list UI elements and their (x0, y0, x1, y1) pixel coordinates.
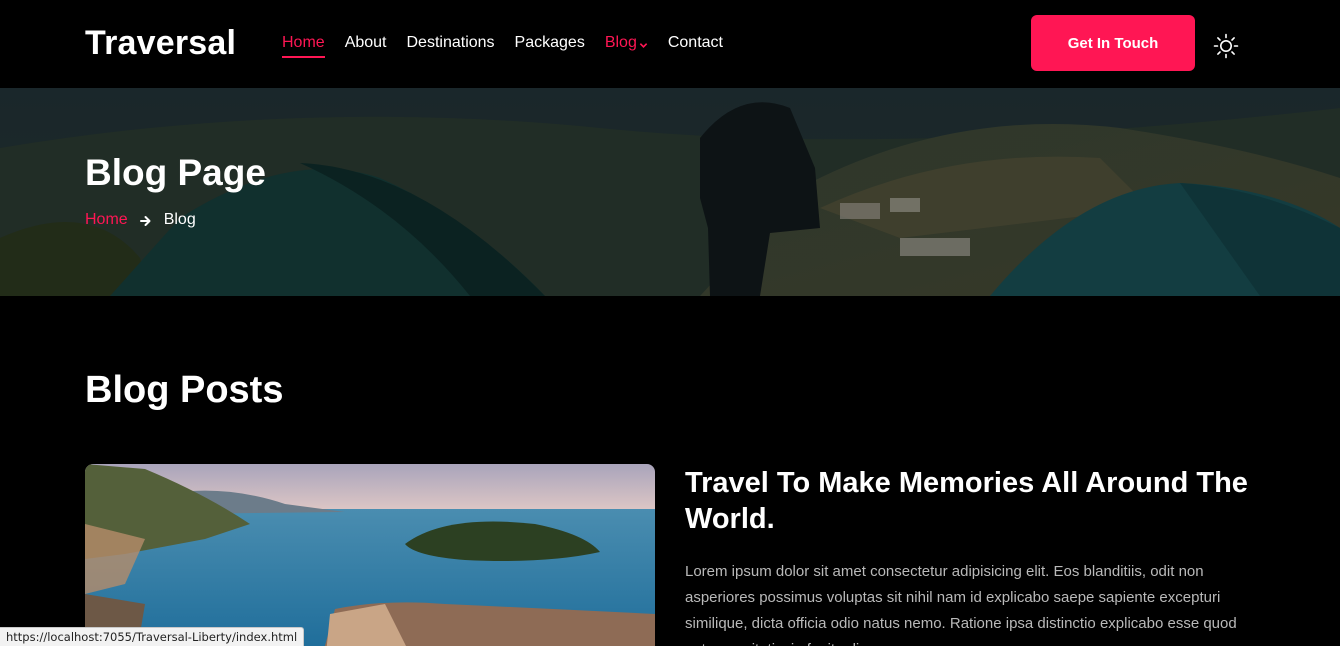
nav-item-about[interactable]: About (345, 33, 387, 57)
nav-item-packages[interactable]: Packages (515, 33, 585, 57)
chevron-down-icon (639, 36, 648, 56)
main-nav: Home About Destinations Packages Blog Co… (282, 33, 743, 58)
nav-label: Packages (514, 34, 585, 51)
post-title[interactable]: Travel To Make Memories All Around The W… (685, 465, 1275, 537)
get-in-touch-button[interactable]: Get In Touch (1031, 15, 1195, 71)
sun-icon[interactable] (1213, 33, 1239, 59)
brand-logo[interactable]: Traversal (85, 24, 236, 63)
nav-item-blog[interactable]: Blog (605, 33, 648, 57)
nav-label: Blog (604, 34, 637, 51)
breadcrumb-home-link[interactable]: Home (85, 211, 128, 229)
nav-label: Destinations (406, 34, 495, 51)
post-image[interactable] (85, 464, 655, 646)
navbar: Traversal Home About Destinations Packag… (0, 0, 1340, 88)
section-title: Blog Posts (85, 369, 284, 411)
nav-label: Contact (667, 34, 723, 51)
page-title: Blog Page (85, 152, 266, 193)
nav-label: About (344, 34, 387, 51)
arrow-right-icon (139, 214, 152, 226)
breadcrumb: Home Blog (85, 211, 196, 229)
nav-item-home[interactable]: Home (282, 33, 325, 58)
breadcrumb-current: Blog (163, 211, 196, 228)
nav-item-destinations[interactable]: Destinations (407, 33, 495, 57)
browser-status-bar: https://localhost:7055/Traversal-Liberty… (0, 627, 305, 646)
nav-item-contact[interactable]: Contact (668, 33, 723, 57)
nav-label: Home (282, 34, 325, 51)
post-excerpt: Lorem ipsum dolor sit amet consectetur a… (685, 563, 1237, 646)
page-hero: Blog Page Home Blog (0, 88, 1340, 296)
